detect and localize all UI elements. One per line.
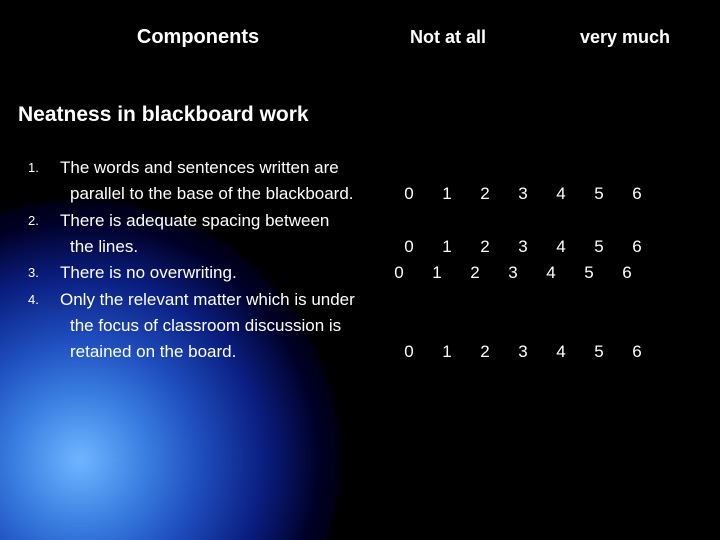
item-text-line: retained on the board. — [60, 339, 390, 365]
scale-value: 4 — [542, 181, 580, 207]
scale-value: 1 — [418, 260, 456, 286]
header-components: Components — [28, 26, 368, 49]
rating-scale: 0 1 2 3 4 5 6 — [390, 234, 656, 260]
scale-value: 2 — [466, 181, 504, 207]
scale-value: 3 — [504, 181, 542, 207]
scale-value: 3 — [504, 339, 542, 365]
item-text-line: the lines. — [60, 234, 390, 260]
scale-value: 2 — [456, 260, 494, 286]
scale-value: 5 — [580, 181, 618, 207]
scale-value: 6 — [618, 339, 656, 365]
item-body: There is no overwriting. 0 1 2 3 4 5 6 — [60, 260, 692, 286]
list-item: 1. The words and sentences written are p… — [28, 155, 692, 208]
scale-value: 3 — [504, 234, 542, 260]
scale-value: 0 — [390, 234, 428, 260]
label-very-much: very much — [580, 27, 692, 48]
rating-scale: 0 1 2 3 4 5 6 — [390, 181, 656, 207]
list-item: 3. There is no overwriting. 0 1 2 3 4 5 … — [28, 260, 692, 286]
scale-value: 3 — [494, 260, 532, 286]
item-text-line: There is no overwriting. — [60, 260, 380, 286]
item-list: 1. The words and sentences written are p… — [28, 155, 692, 366]
slide: Components Not at all very much Neatness… — [0, 0, 720, 540]
scale-value: 5 — [580, 339, 618, 365]
item-text-line: The words and sentences written are — [60, 155, 692, 181]
scale-value: 5 — [580, 234, 618, 260]
scale-value: 2 — [466, 234, 504, 260]
item-last-line: retained on the board. 0 1 2 3 4 5 6 — [60, 339, 692, 365]
item-number: 2. — [28, 208, 60, 261]
scale-value: 1 — [428, 181, 466, 207]
header-scale: Not at all very much — [368, 27, 692, 48]
scale-value: 1 — [428, 339, 466, 365]
item-last-line: the lines. 0 1 2 3 4 5 6 — [60, 234, 692, 260]
section-title: Neatness in blackboard work — [18, 103, 692, 127]
item-last-line: parallel to the base of the blackboard. … — [60, 181, 692, 207]
item-number: 1. — [28, 155, 60, 208]
rating-scale: 0 1 2 3 4 5 6 — [380, 260, 646, 286]
scale-value: 0 — [380, 260, 418, 286]
header-row: Components Not at all very much — [28, 26, 692, 49]
scale-value: 6 — [618, 181, 656, 207]
scale-value: 1 — [428, 234, 466, 260]
scale-value: 4 — [542, 339, 580, 365]
item-text-line: Only the relevant matter which is under — [60, 287, 692, 313]
scale-value: 6 — [608, 260, 646, 286]
item-number: 4. — [28, 287, 60, 366]
list-item: 2. There is adequate spacing between the… — [28, 208, 692, 261]
scale-value: 6 — [618, 234, 656, 260]
item-body: Only the relevant matter which is under … — [60, 287, 692, 366]
scale-value: 0 — [390, 339, 428, 365]
item-text-line: There is adequate spacing between — [60, 208, 692, 234]
scale-value: 0 — [390, 181, 428, 207]
item-body: There is adequate spacing between the li… — [60, 208, 692, 261]
scale-value: 4 — [532, 260, 570, 286]
rating-scale: 0 1 2 3 4 5 6 — [390, 339, 656, 365]
label-not-at-all: Not at all — [368, 27, 580, 48]
item-text-line: the focus of classroom discussion is — [60, 313, 692, 339]
scale-value: 4 — [542, 234, 580, 260]
scale-value: 2 — [466, 339, 504, 365]
scale-value: 5 — [570, 260, 608, 286]
item-last-line: There is no overwriting. 0 1 2 3 4 5 6 — [60, 260, 692, 286]
item-number: 3. — [28, 260, 60, 286]
item-text-line: parallel to the base of the blackboard. — [60, 181, 390, 207]
item-body: The words and sentences written are para… — [60, 155, 692, 208]
list-item: 4. Only the relevant matter which is und… — [28, 287, 692, 366]
